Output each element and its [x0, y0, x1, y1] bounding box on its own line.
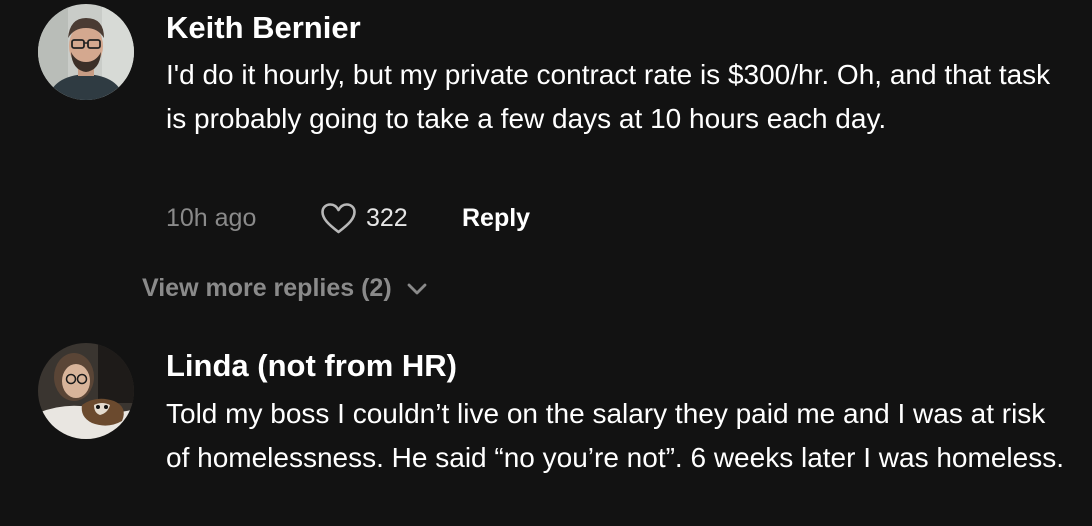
comment-actions: 10h ago 322 Reply	[166, 198, 530, 238]
reply-button[interactable]: Reply	[462, 204, 530, 233]
comment-username[interactable]: Linda (not from HR)	[166, 348, 457, 384]
like-count: 322	[366, 203, 408, 232]
avatar[interactable]	[38, 343, 134, 439]
comment-username[interactable]: Keith Bernier	[166, 10, 361, 46]
heart-icon	[321, 202, 356, 233]
avatar[interactable]	[38, 4, 134, 100]
comment-text: Told my boss I couldn’t live on the sala…	[166, 398, 1064, 473]
comment-text: I'd do it hourly, but my private contrac…	[166, 59, 1051, 134]
view-more-replies-label: View more replies (2)	[142, 274, 392, 302]
chevron-down-icon	[407, 283, 427, 294]
user-avatar-icon	[38, 343, 134, 439]
view-more-replies-button[interactable]: View more replies (2)	[142, 274, 428, 303]
comment-timestamp: 10h ago	[166, 203, 257, 232]
like-button[interactable]: 322	[320, 202, 462, 235]
user-avatar-icon	[38, 4, 134, 100]
comment-thread: Keith Bernier I'd do it hourly, but my p…	[0, 0, 1092, 526]
